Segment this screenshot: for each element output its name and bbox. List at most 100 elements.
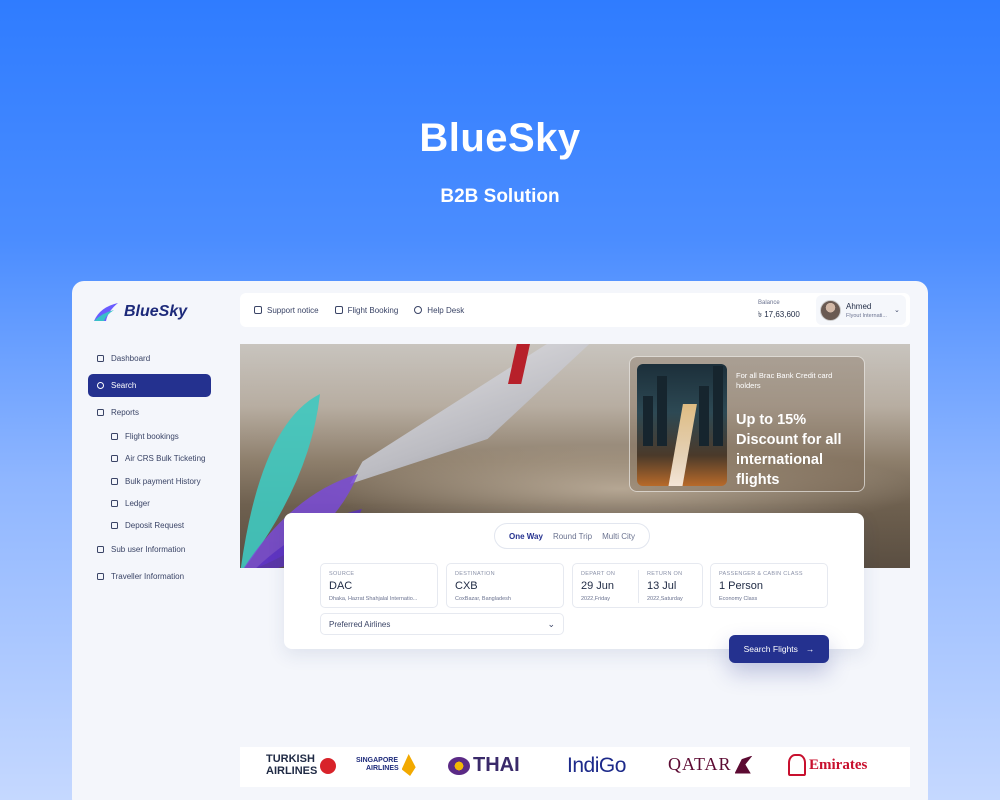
sidebar-item-bulk-ticketing[interactable]: Air CRS Bulk Ticketing — [102, 447, 212, 470]
destination-code: CXB — [455, 580, 478, 592]
top-link-label: Flight Booking — [347, 305, 399, 315]
balance-label: Balance — [758, 300, 780, 306]
support-notice-link[interactable]: Support notice — [254, 306, 319, 315]
depart-date: 29 Jun — [581, 580, 615, 592]
preferred-airlines-label: Preferred Airlines — [329, 619, 391, 629]
depart-date-field[interactable]: DEPART ON 29 Jun 2022,Friday — [573, 564, 638, 609]
sidebar-item-search[interactable]: Search — [88, 374, 211, 397]
destination-detail: CoxBazar, Bangladesh — [455, 596, 511, 602]
sidebar-item-sub-user-information[interactable]: Sub user Information — [88, 538, 211, 561]
passenger-field[interactable]: PASSENGER & CABIN CLASS 1 Person Economy… — [710, 563, 828, 608]
singapore-bird-icon — [401, 754, 416, 776]
sidebar-item-label: Flight bookings — [125, 432, 179, 441]
logo-text: BlueSky — [124, 303, 188, 320]
chevron-down-icon: ⌄ — [547, 618, 555, 629]
hero-subtitle: B2B Solution — [440, 186, 560, 207]
source-code: DAC — [329, 580, 353, 592]
logo-text: SINGAPORE — [356, 757, 399, 765]
sidebar-item-deposit-request[interactable]: Deposit Request — [102, 514, 212, 537]
indigo-logo: IndiGo — [567, 754, 626, 778]
city-night-image — [637, 364, 727, 486]
sidebar-item-label: Sub user Information — [111, 545, 186, 554]
logo-text: TURKISH — [266, 753, 315, 765]
plane-icon — [111, 433, 118, 440]
tab-multi-city[interactable]: Multi City — [602, 532, 635, 541]
thai-airways-logo: THAI — [448, 754, 520, 777]
date-range-field: DEPART ON 29 Jun 2022,Friday RETURN ON 1… — [572, 563, 703, 608]
swap-icon — [111, 478, 118, 485]
trip-type-tabs: One Way Round Trip Multi City — [494, 523, 650, 549]
sidebar-item-dashboard[interactable]: Dashboard — [88, 347, 211, 370]
arrow-right-icon: → — [805, 644, 815, 654]
promo-subtext: For all Brac Bank Credit card holders — [736, 371, 833, 391]
turkish-airlines-logo: TURKISH AIRLINES — [266, 753, 337, 777]
tab-one-way[interactable]: One Way — [509, 532, 543, 541]
passenger-detail: Economy Class — [719, 596, 758, 602]
headset-icon — [414, 306, 423, 314]
search-flights-button[interactable]: Search Flights → — [729, 635, 829, 663]
chart-icon — [97, 573, 104, 580]
app-logo[interactable]: BlueSky — [92, 301, 187, 323]
top-link-label: Support notice — [267, 305, 319, 315]
return-detail: 2022,Saturday — [647, 596, 683, 602]
ticket-icon — [111, 455, 118, 462]
logo-text: THAI — [473, 754, 520, 776]
source-detail: Dhaka, Hazrat Shahjalal Internatio... — [329, 596, 418, 602]
destination-field[interactable]: DESTINATION CXB CoxBazar, Bangladesh — [446, 563, 564, 608]
promo-headline: Up to 15% Discount for all international… — [736, 412, 842, 488]
logo-text: Emirates — [809, 756, 868, 773]
sidebar-item-traveller-information[interactable]: Traveller Information — [88, 565, 211, 588]
help-desk-link[interactable]: Help Desk — [414, 306, 464, 315]
turkish-emblem-icon — [320, 757, 337, 774]
flight-booking-link[interactable]: Flight Booking — [334, 305, 399, 315]
qatar-airways-logo: QATAR — [668, 754, 753, 775]
search-icon — [97, 382, 104, 389]
source-field[interactable]: SOURCE DAC Dhaka, Hazrat Shahjalal Inter… — [320, 563, 438, 608]
megaphone-icon — [254, 306, 262, 314]
sidebar-item-reports[interactable]: Reports — [88, 401, 211, 424]
user-name: Ahmed — [846, 301, 872, 311]
sidebar-item-flight-bookings[interactable]: Flight bookings — [102, 425, 212, 448]
return-label: RETURN ON — [647, 571, 683, 577]
top-link-label: Help Desk — [427, 305, 465, 315]
balance-value: ৳ 17,63,600 — [758, 310, 800, 319]
sidebar-item-label: Ledger — [125, 499, 150, 508]
hero-title: BlueSky — [419, 116, 581, 160]
destination-label: DESTINATION — [455, 571, 495, 577]
sidebar-item-label: Search — [111, 381, 137, 390]
logo-text: IndiGo — [567, 754, 626, 777]
flight-search-card: One Way Round Trip Multi City SOURCE DAC… — [284, 513, 864, 649]
preferred-airlines-select[interactable]: Preferred Airlines ⌄ — [320, 613, 564, 635]
sidebar-item-bulk-payment-history[interactable]: Bulk payment History — [102, 470, 212, 493]
document-icon — [111, 522, 118, 529]
emirates-calligraphy-icon — [788, 754, 806, 776]
promo-card[interactable]: For all Brac Bank Credit card holders Up… — [629, 356, 865, 492]
sidebar-item-label: Traveller Information — [111, 572, 185, 581]
thai-orchid-icon — [448, 756, 470, 775]
grid-icon — [97, 355, 104, 362]
return-date: 13 Jul — [647, 580, 677, 592]
plane-icon — [334, 306, 343, 314]
sidebar-item-label: Air CRS Bulk Ticketing — [125, 454, 206, 463]
app-window: BlueSky Dashboard Search Reports Flight … — [72, 281, 928, 800]
chevron-down-icon: ⌄ — [893, 307, 900, 314]
book-icon — [111, 500, 118, 507]
search-flights-label: Search Flights — [743, 644, 798, 654]
bluesky-logo-icon — [94, 303, 118, 321]
passenger-value: 1 Person — [719, 580, 764, 592]
chart-icon — [97, 546, 104, 553]
user-menu[interactable]: Ahmed Flyout Internati... ⌄ — [816, 295, 906, 325]
sidebar-item-label: Reports — [111, 408, 140, 417]
return-date-field[interactable]: RETURN ON 13 Jul 2022,Saturday — [639, 564, 704, 609]
sidebar: BlueSky Dashboard Search Reports Flight … — [72, 281, 230, 800]
balance-display: Balance ৳ 17,63,600 — [758, 300, 800, 322]
oryx-icon — [734, 755, 753, 774]
tab-round-trip[interactable]: Round Trip — [553, 532, 592, 541]
top-bar: Support notice Flight Booking Help Desk … — [240, 293, 910, 327]
sidebar-item-label: Deposit Request — [125, 521, 185, 530]
sidebar-item-ledger[interactable]: Ledger — [102, 492, 212, 515]
sidebar-item-label: Dashboard — [111, 354, 151, 363]
avatar — [820, 299, 841, 321]
logo-text: QATAR — [668, 754, 732, 774]
logo-text: AIRLINES — [366, 765, 399, 772]
